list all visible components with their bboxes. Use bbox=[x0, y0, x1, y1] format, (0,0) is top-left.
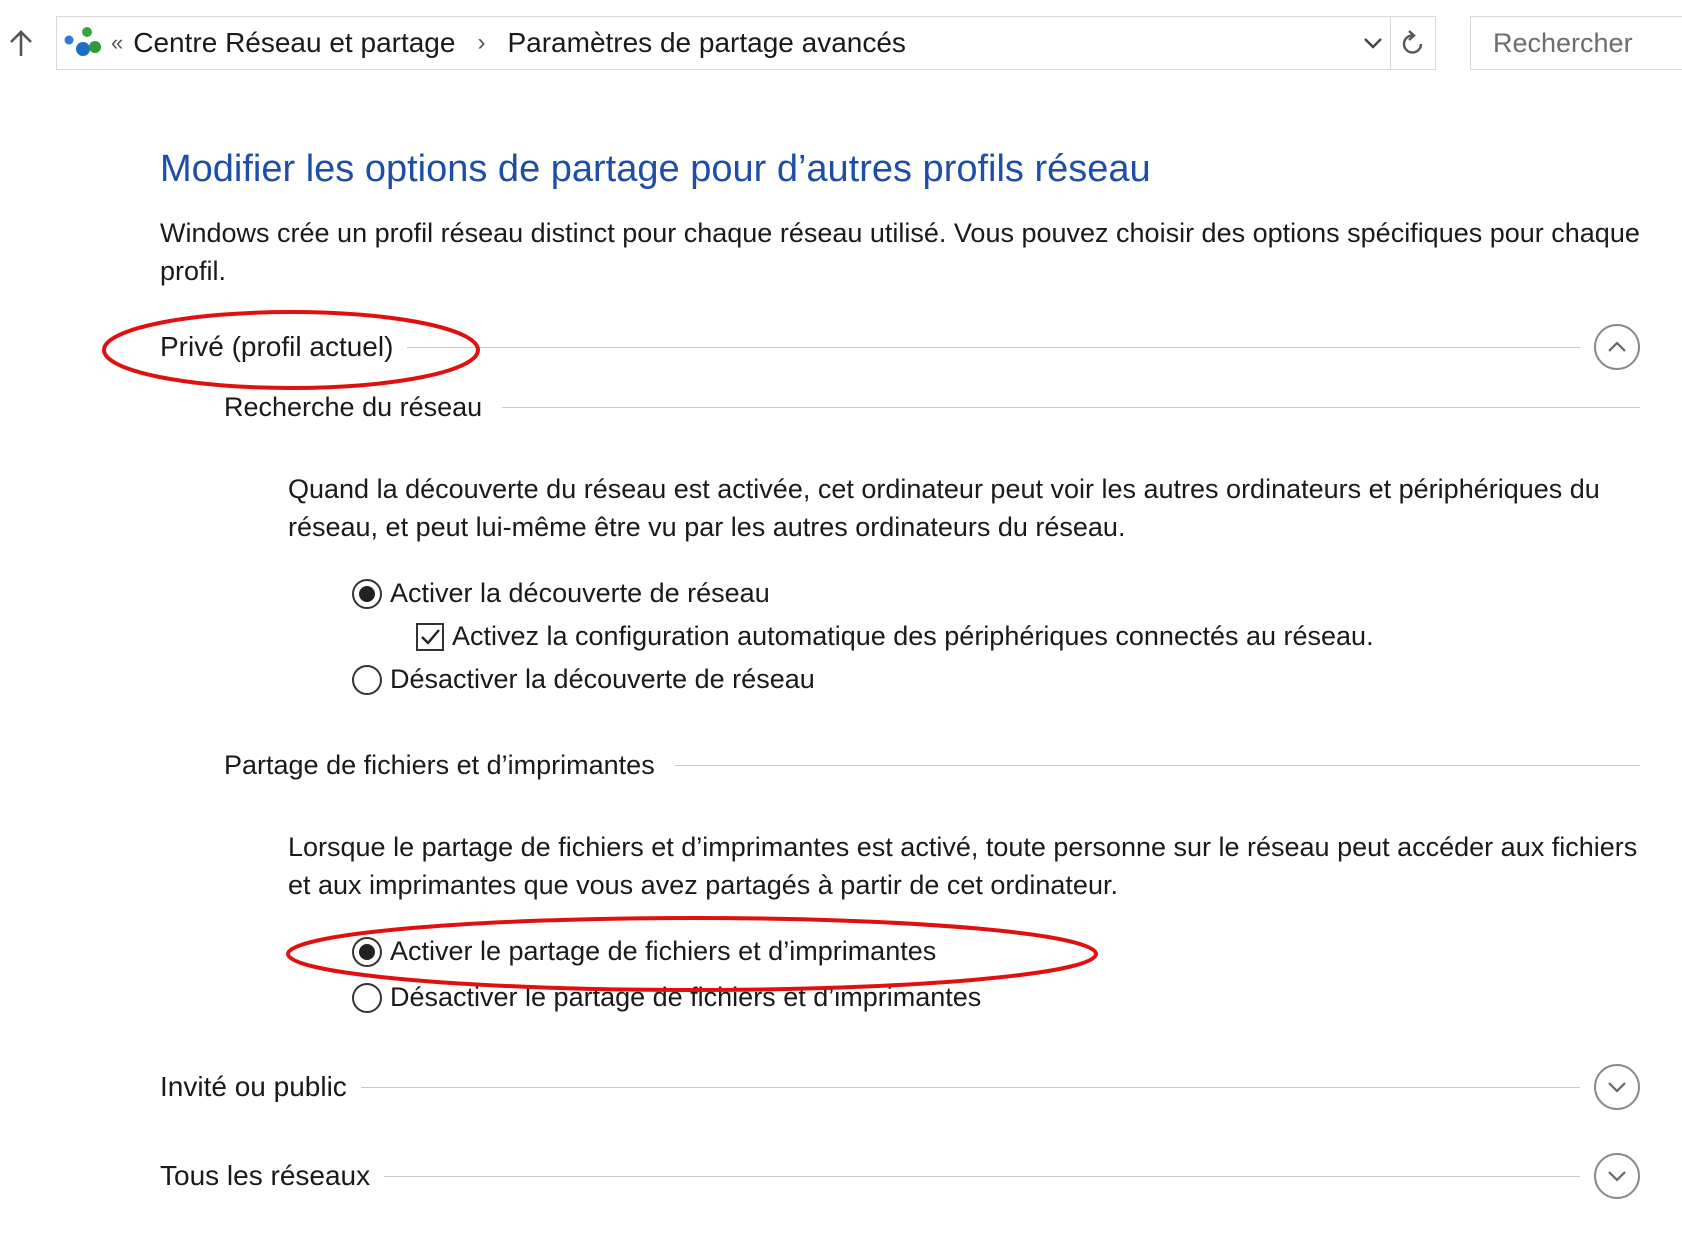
search-placeholder: Rechercher bbox=[1493, 27, 1633, 58]
chevron-down-icon bbox=[1608, 1171, 1626, 1182]
page-title: Modifier les options de partage pour d’a… bbox=[160, 148, 1151, 190]
divider bbox=[502, 407, 1640, 408]
up-arrow-icon[interactable] bbox=[4, 26, 38, 60]
expand-guest-button[interactable] bbox=[1594, 1064, 1640, 1110]
breadcrumb-network-center[interactable]: Centre Réseau et partage bbox=[133, 27, 455, 59]
search-input[interactable]: Rechercher bbox=[1470, 16, 1682, 70]
enable-network-discovery-radio[interactable] bbox=[352, 578, 382, 609]
breadcrumb-separator[interactable]: › bbox=[477, 29, 485, 57]
enable-file-sharing-radio[interactable] bbox=[352, 936, 382, 967]
address-dropdown-button[interactable] bbox=[1356, 17, 1390, 69]
profile-guest-header[interactable]: Invité ou public bbox=[160, 1064, 1640, 1110]
auto-config-label[interactable]: Activez la configuration automatique des… bbox=[452, 621, 1374, 652]
checkmark-icon bbox=[421, 628, 440, 645]
disable-network-discovery-radio[interactable] bbox=[352, 664, 382, 695]
collapse-private-button[interactable] bbox=[1594, 324, 1640, 370]
auto-config-checkbox[interactable] bbox=[416, 622, 444, 651]
profile-all-label: Tous les réseaux bbox=[160, 1160, 371, 1191]
expand-all-button[interactable] bbox=[1594, 1153, 1640, 1199]
chevron-up-icon bbox=[1608, 341, 1626, 352]
network-icon bbox=[64, 27, 101, 56]
radio-selected-dot bbox=[359, 585, 375, 602]
file-sharing-header: Partage de fichiers et d’imprimantes bbox=[224, 750, 1640, 781]
profile-guest-label: Invité ou public bbox=[160, 1071, 347, 1102]
chevron-down-icon bbox=[1364, 38, 1382, 49]
breadcrumb-advanced-settings[interactable]: Paramètres de partage avancés bbox=[507, 27, 905, 59]
enable-network-discovery-label[interactable]: Activer la découverte de réseau bbox=[390, 578, 770, 609]
address-bar[interactable]: « Centre Réseau et partage › Paramètres … bbox=[56, 16, 1436, 70]
divider bbox=[360, 1086, 1580, 1088]
enable-file-sharing-label[interactable]: Activer le partage de fichiers et d’impr… bbox=[390, 936, 936, 967]
chevron-down-icon bbox=[1608, 1082, 1626, 1093]
auto-config-option[interactable]: Activez la configuration automatique des… bbox=[416, 621, 1374, 652]
network-discovery-description: Quand la découverte du réseau est activé… bbox=[288, 474, 1600, 542]
profile-private-header[interactable]: Privé (profil actuel) bbox=[160, 324, 1640, 370]
disable-network-discovery-option[interactable]: Désactiver la découverte de réseau bbox=[352, 664, 815, 695]
divider bbox=[384, 1175, 1580, 1177]
radio-selected-dot bbox=[359, 943, 375, 960]
network-discovery-header: Recherche du réseau bbox=[224, 392, 1640, 423]
disable-file-sharing-option[interactable]: Désactiver le partage de fichiers et d’i… bbox=[352, 982, 981, 1013]
disable-file-sharing-radio[interactable] bbox=[352, 982, 382, 1013]
divider bbox=[674, 765, 1640, 766]
file-sharing-description: Lorsque le partage de fichiers et d’impr… bbox=[288, 832, 1638, 900]
network-discovery-heading: Recherche du réseau bbox=[224, 392, 483, 422]
enable-file-sharing-option[interactable]: Activer le partage de fichiers et d’impr… bbox=[352, 936, 936, 967]
disable-network-discovery-label[interactable]: Désactiver la découverte de réseau bbox=[390, 664, 815, 695]
disable-file-sharing-label[interactable]: Désactiver le partage de fichiers et d’i… bbox=[390, 982, 981, 1013]
file-sharing-heading: Partage de fichiers et d’imprimantes bbox=[224, 750, 655, 780]
refresh-button[interactable] bbox=[1390, 17, 1435, 69]
breadcrumb-overflow[interactable]: « bbox=[111, 30, 123, 56]
page-description: Windows crée un profil réseau distinct p… bbox=[160, 218, 1640, 286]
enable-network-discovery-option[interactable]: Activer la découverte de réseau bbox=[352, 578, 770, 609]
divider bbox=[407, 346, 1580, 348]
profile-private-label: Privé (profil actuel) bbox=[160, 331, 394, 362]
advanced-sharing-settings-window: « Centre Réseau et partage › Paramètres … bbox=[0, 0, 1682, 1236]
refresh-icon bbox=[1402, 30, 1423, 54]
profile-all-header[interactable]: Tous les réseaux bbox=[160, 1153, 1640, 1199]
